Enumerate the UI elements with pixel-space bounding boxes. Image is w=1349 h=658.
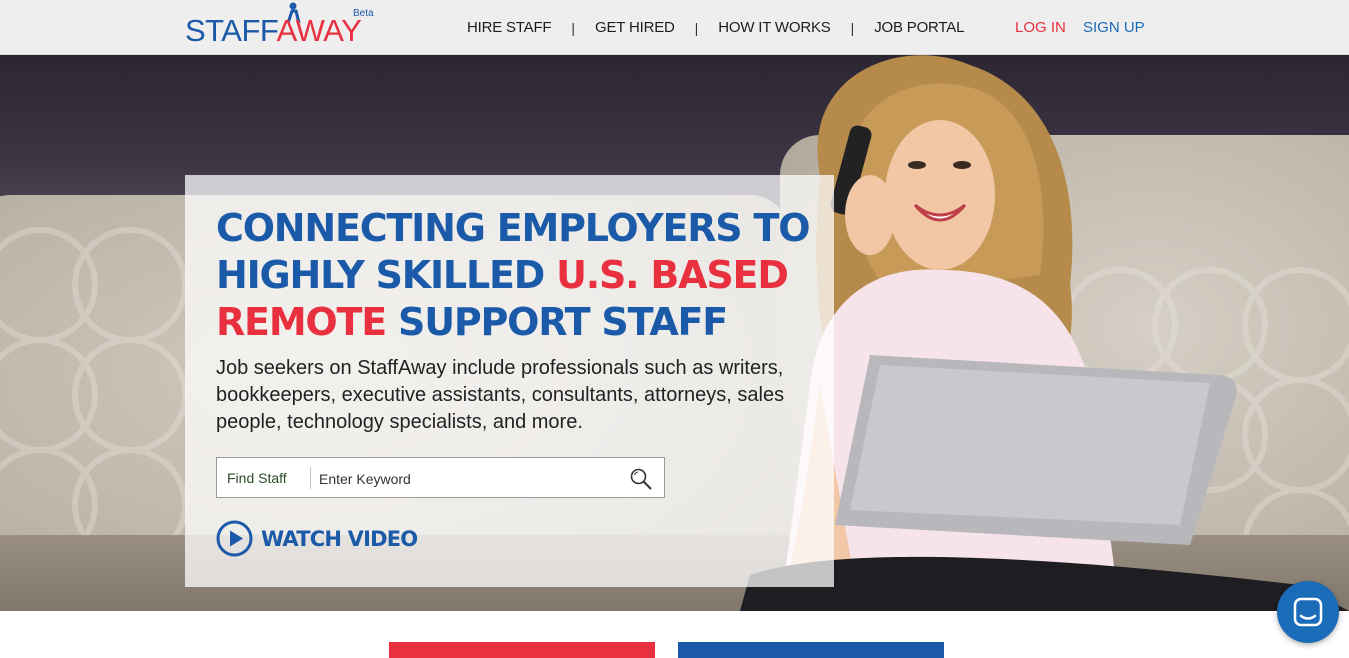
hero-section: CONNECTING EMPLOYERS TO HIGHLY SKILLED U… bbox=[0, 55, 1349, 611]
login-link[interactable]: LOG IN bbox=[1015, 19, 1066, 37]
search-divider bbox=[310, 467, 311, 489]
hero-headline: CONNECTING EMPLOYERS TO HIGHLY SKILLED U… bbox=[216, 205, 826, 346]
beta-badge: Beta bbox=[353, 8, 374, 19]
hero-content-panel: CONNECTING EMPLOYERS TO HIGHLY SKILLED U… bbox=[185, 175, 834, 587]
nav-separator: | bbox=[694, 20, 699, 36]
hero-subtext: Job seekers on StaffAway include profess… bbox=[216, 357, 785, 433]
staff-search-bar: Find Staff bbox=[216, 457, 665, 498]
site-logo[interactable]: STAFFAWAY Beta bbox=[185, 2, 385, 50]
signup-link[interactable]: SIGN UP bbox=[1083, 19, 1145, 37]
search-category-label[interactable]: Find Staff bbox=[227, 470, 287, 486]
site-header: STAFFAWAY Beta HIRE STAFF | GET HIRED | … bbox=[0, 0, 1349, 55]
watch-video-label: WATCH VIDEO bbox=[261, 526, 418, 551]
nav-job-portal[interactable]: JOB PORTAL bbox=[874, 19, 964, 37]
play-circle-icon bbox=[216, 520, 253, 557]
chat-bubble-icon bbox=[1293, 597, 1323, 627]
headline-part-3: SUPPORT STAFF bbox=[386, 300, 728, 344]
logo-wordmark: STAFFAWAY bbox=[185, 13, 362, 48]
search-icon[interactable] bbox=[629, 467, 653, 491]
nav-hire-staff[interactable]: HIRE STAFF bbox=[467, 19, 552, 37]
nav-separator: | bbox=[850, 20, 855, 36]
main-nav: HIRE STAFF | GET HIRED | HOW IT WORKS | … bbox=[467, 19, 964, 37]
nav-get-hired[interactable]: GET HIRED bbox=[595, 19, 675, 37]
chat-launcher-button[interactable] bbox=[1277, 581, 1339, 643]
nav-separator: | bbox=[571, 20, 576, 36]
cta-button-red[interactable] bbox=[389, 642, 655, 658]
logo-staff-text: STAFF bbox=[185, 13, 277, 48]
logo-away-text: AWAY bbox=[276, 13, 362, 48]
watch-video-button[interactable]: WATCH VIDEO bbox=[216, 520, 418, 557]
nav-how-it-works[interactable]: HOW IT WORKS bbox=[718, 19, 831, 37]
cta-button-blue[interactable] bbox=[678, 642, 944, 658]
keyword-search-input[interactable] bbox=[317, 464, 621, 493]
